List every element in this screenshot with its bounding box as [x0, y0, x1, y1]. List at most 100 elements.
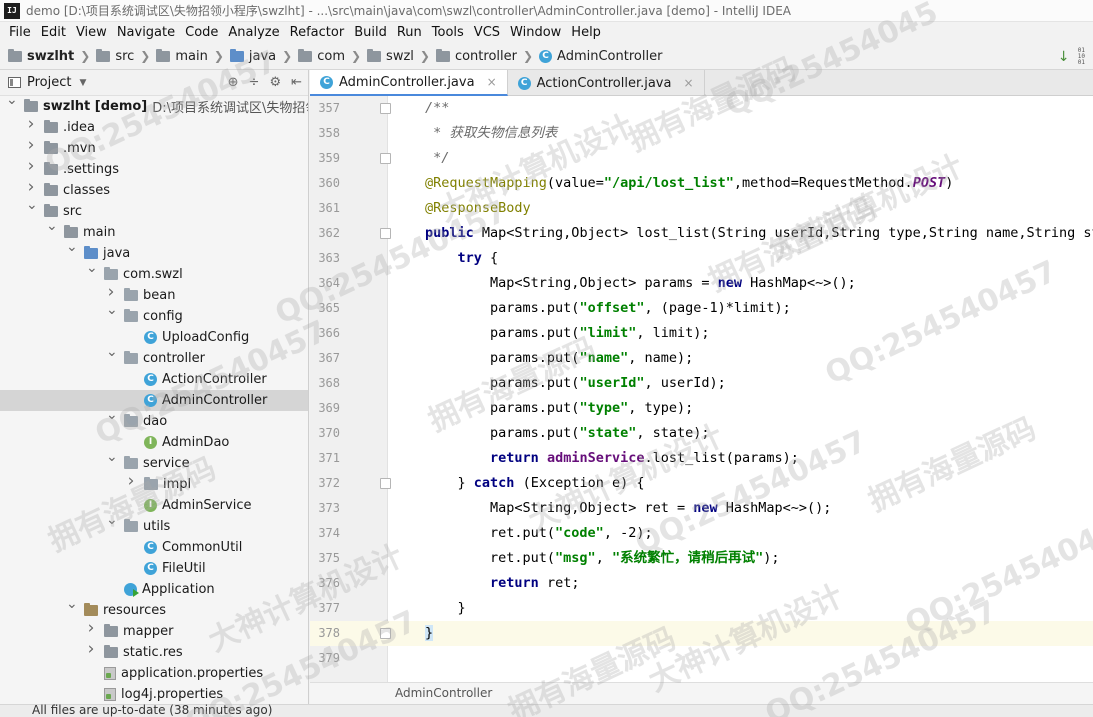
editor-breadcrumb[interactable]: AdminController	[395, 686, 492, 700]
collapsed-arrow-icon[interactable]: ›	[26, 177, 36, 197]
menu-navigate[interactable]: Navigate	[112, 25, 180, 40]
fold-marker-icon[interactable]	[380, 628, 391, 639]
code-token: )	[945, 175, 954, 191]
breadcrumb-separator-icon: ❯	[419, 49, 430, 63]
tree-node-adminservice[interactable]: I AdminService	[0, 495, 308, 516]
tree-node-mapper[interactable]: › mapper	[0, 618, 308, 642]
code-editor[interactable]: 357/** 358 * 获取失物信息列表 359 */360 @RequestMap…	[310, 96, 1093, 682]
collapsed-arrow-icon[interactable]: ›	[126, 471, 136, 491]
expanded-arrow-icon[interactable]: ⌄	[26, 197, 38, 213]
breadcrumb-item[interactable]: controller	[435, 48, 517, 64]
tree-node-application[interactable]: Application	[0, 579, 308, 600]
expanded-arrow-icon[interactable]: ⌄	[66, 596, 78, 612]
tree-node-classes[interactable]: › classes	[0, 177, 308, 201]
collapsed-arrow-icon[interactable]: ›	[106, 282, 116, 302]
breadcrumb-item[interactable]: swzlht	[8, 48, 74, 64]
close-icon[interactable]: ×	[683, 76, 693, 90]
tree-node-swzlht-demo[interactable]: ⌄ swzlht [demo] D:\项目系统调试区\失物招领小程	[0, 92, 308, 117]
tree-node-config[interactable]: ⌄ config	[0, 302, 308, 327]
menu-edit[interactable]: Edit	[36, 25, 71, 40]
tree-node-idea[interactable]: › .idea	[0, 114, 308, 138]
tree-node-uploadconfig[interactable]: C UploadConfig	[0, 327, 308, 348]
collapse-all-icon[interactable]: ÷	[249, 75, 260, 90]
tree-node-dao[interactable]: ⌄ dao	[0, 407, 308, 432]
build-hammer-icon[interactable]: ↓	[1058, 50, 1072, 64]
line-number: 362	[318, 226, 340, 240]
tree-node-actioncontroller[interactable]: C ActionController	[0, 369, 308, 390]
gear-icon[interactable]: ⚙	[269, 75, 281, 90]
fold-marker-icon[interactable]	[380, 103, 391, 114]
menu-refactor[interactable]: Refactor	[285, 25, 350, 40]
expanded-arrow-icon[interactable]: ⌄	[106, 344, 118, 360]
collapsed-arrow-icon[interactable]: ›	[26, 114, 36, 134]
menu-help[interactable]: Help	[566, 25, 606, 40]
expanded-arrow-icon[interactable]: ⌄	[86, 260, 98, 276]
collapsed-arrow-icon[interactable]: ›	[26, 135, 36, 155]
interface-icon: I	[144, 499, 157, 512]
tree-node-static-res[interactable]: › static.res	[0, 639, 308, 663]
tree-node-mvn[interactable]: › .mvn	[0, 135, 308, 159]
tree-node-com-swzl[interactable]: ⌄ com.swzl	[0, 260, 308, 285]
locate-target-icon[interactable]: ⊕	[228, 75, 239, 90]
expanded-arrow-icon[interactable]: ⌄	[66, 239, 78, 255]
tree-node-label: FileUtil	[162, 561, 206, 576]
tree-node-log4j-properties[interactable]: log4j.properties	[0, 684, 308, 705]
close-icon[interactable]: ×	[487, 75, 497, 89]
menu-window[interactable]: Window	[505, 25, 566, 40]
breadcrumb-item[interactable]: swzl	[367, 48, 414, 64]
collapsed-arrow-icon[interactable]: ›	[86, 618, 96, 638]
menu-file[interactable]: File	[4, 25, 36, 40]
tree-node-impl[interactable]: › impl	[0, 471, 308, 495]
hide-panel-icon[interactable]: ⇤	[291, 75, 302, 90]
menu-tools[interactable]: Tools	[427, 25, 469, 40]
breadcrumb-item[interactable]: java	[229, 48, 276, 64]
tree-node-bean[interactable]: › bean	[0, 282, 308, 306]
breadcrumb-item[interactable]: src	[96, 48, 134, 64]
project-panel-title[interactable]: Project	[27, 75, 71, 90]
tree-node-controller[interactable]: ⌄ controller	[0, 344, 308, 369]
tree-node-fileutil[interactable]: C FileUtil	[0, 558, 308, 579]
code-token: , type);	[628, 400, 694, 416]
tab-actioncontroller-java[interactable]: C ActionController.java ×	[508, 70, 705, 96]
expanded-arrow-icon[interactable]: ⌄	[106, 512, 118, 528]
application-icon	[124, 583, 139, 597]
collapsed-arrow-icon[interactable]: ›	[26, 156, 36, 176]
tree-node-content: C ActionController	[144, 372, 267, 387]
tab-admincontroller-java[interactable]: C AdminController.java ×	[310, 70, 508, 96]
menu-code[interactable]: Code	[180, 25, 223, 40]
expanded-arrow-icon[interactable]: ⌄	[46, 218, 58, 234]
tree-node-main[interactable]: ⌄ main	[0, 218, 308, 243]
tree-node-admincontroller[interactable]: C AdminController	[0, 390, 308, 411]
breadcrumb-item[interactable]: com	[298, 48, 345, 64]
breadcrumb-item[interactable]: C AdminController	[539, 49, 662, 64]
menu-analyze[interactable]: Analyze	[223, 25, 284, 40]
expanded-arrow-icon[interactable]: ⌄	[106, 449, 118, 465]
tree-node-utils[interactable]: ⌄ utils	[0, 512, 308, 537]
package-icon	[124, 456, 138, 469]
menu-run[interactable]: Run	[392, 25, 427, 40]
fold-marker-icon[interactable]	[380, 228, 391, 239]
fold-marker-icon[interactable]	[380, 478, 391, 489]
menu-view[interactable]: View	[71, 25, 112, 40]
collapsed-arrow-icon[interactable]: ›	[86, 639, 96, 659]
tree-node-service[interactable]: ⌄ service	[0, 449, 308, 474]
expanded-arrow-icon[interactable]: ⌄	[106, 407, 118, 423]
tree-node-resources[interactable]: ⌄ resources	[0, 596, 308, 621]
code-token: return	[490, 450, 547, 466]
tree-node-admindao[interactable]: I AdminDao	[0, 432, 308, 453]
menu-build[interactable]: Build	[349, 25, 392, 40]
code-token: public	[425, 225, 482, 241]
binary-icon[interactable]: 01 10 01	[1078, 48, 1085, 66]
breadcrumb-item[interactable]: main	[156, 48, 208, 64]
tree-node-java[interactable]: ⌄ java	[0, 239, 308, 264]
menu-vcs[interactable]: VCS	[469, 25, 505, 40]
expanded-arrow-icon[interactable]: ⌄	[106, 302, 118, 318]
expanded-arrow-icon[interactable]: ⌄	[6, 92, 18, 108]
tree-node-commonutil[interactable]: C CommonUtil	[0, 537, 308, 558]
fold-marker-icon[interactable]	[380, 153, 391, 164]
code-text: params.put("type", type);	[425, 396, 693, 421]
tree-node-settings[interactable]: › .settings	[0, 156, 308, 180]
tree-node-application-properties[interactable]: application.properties	[0, 663, 308, 684]
chevron-down-icon[interactable]: ▼	[79, 78, 86, 88]
